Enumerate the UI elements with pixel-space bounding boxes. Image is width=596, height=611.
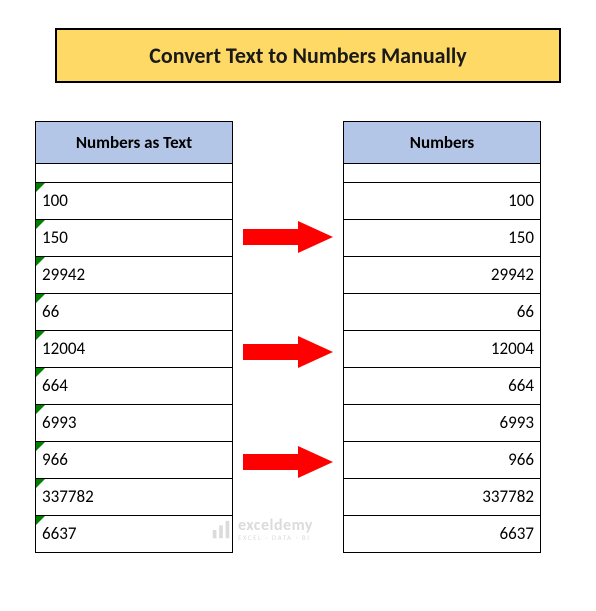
text-cell[interactable]: 12004 xyxy=(35,331,233,368)
text-cell[interactable]: 66 xyxy=(35,294,233,331)
number-cell[interactable]: 337782 xyxy=(343,479,541,516)
arrows-svg xyxy=(238,181,338,611)
number-cell[interactable]: 6637 xyxy=(343,516,541,553)
text-cell[interactable]: 29942 xyxy=(35,257,233,294)
text-cell[interactable]: 664 xyxy=(35,368,233,405)
number-cell[interactable]: 150 xyxy=(343,220,541,257)
spacer xyxy=(343,164,541,182)
text-cell[interactable]: 337782 xyxy=(35,479,233,516)
number-cell[interactable]: 29942 xyxy=(343,257,541,294)
page-title: Convert Text to Numbers Manually xyxy=(55,28,561,83)
spacer xyxy=(35,164,233,182)
text-cell[interactable]: 150 xyxy=(35,220,233,257)
number-cell[interactable]: 664 xyxy=(343,368,541,405)
chart-icon xyxy=(210,519,232,541)
number-cell[interactable]: 12004 xyxy=(343,331,541,368)
watermark: exceldemy EXCEL · DATA · BI xyxy=(210,518,313,541)
number-column: Numbers 100 150 29942 66 12004 664 6993 … xyxy=(343,121,541,553)
arrow-right-icon xyxy=(243,336,333,368)
number-cell[interactable]: 66 xyxy=(343,294,541,331)
arrow-right-icon xyxy=(243,221,333,253)
number-column-header: Numbers xyxy=(343,121,541,164)
text-column: Numbers as Text 100 150 29942 66 12004 6… xyxy=(35,121,233,553)
text-column-header: Numbers as Text xyxy=(35,121,233,164)
text-cell[interactable]: 6637 xyxy=(35,516,233,553)
watermark-main: exceldemy xyxy=(238,518,313,534)
text-cell[interactable]: 966 xyxy=(35,442,233,479)
text-cell[interactable]: 6993 xyxy=(35,405,233,442)
number-cell[interactable]: 6993 xyxy=(343,405,541,442)
number-cell[interactable]: 100 xyxy=(343,182,541,220)
number-cell[interactable]: 966 xyxy=(343,442,541,479)
text-cell[interactable]: 100 xyxy=(35,182,233,220)
columns-wrap: Numbers as Text 100 150 29942 66 12004 6… xyxy=(35,121,561,553)
watermark-sub: EXCEL · DATA · BI xyxy=(238,534,313,541)
arrow-right-icon xyxy=(243,446,333,478)
